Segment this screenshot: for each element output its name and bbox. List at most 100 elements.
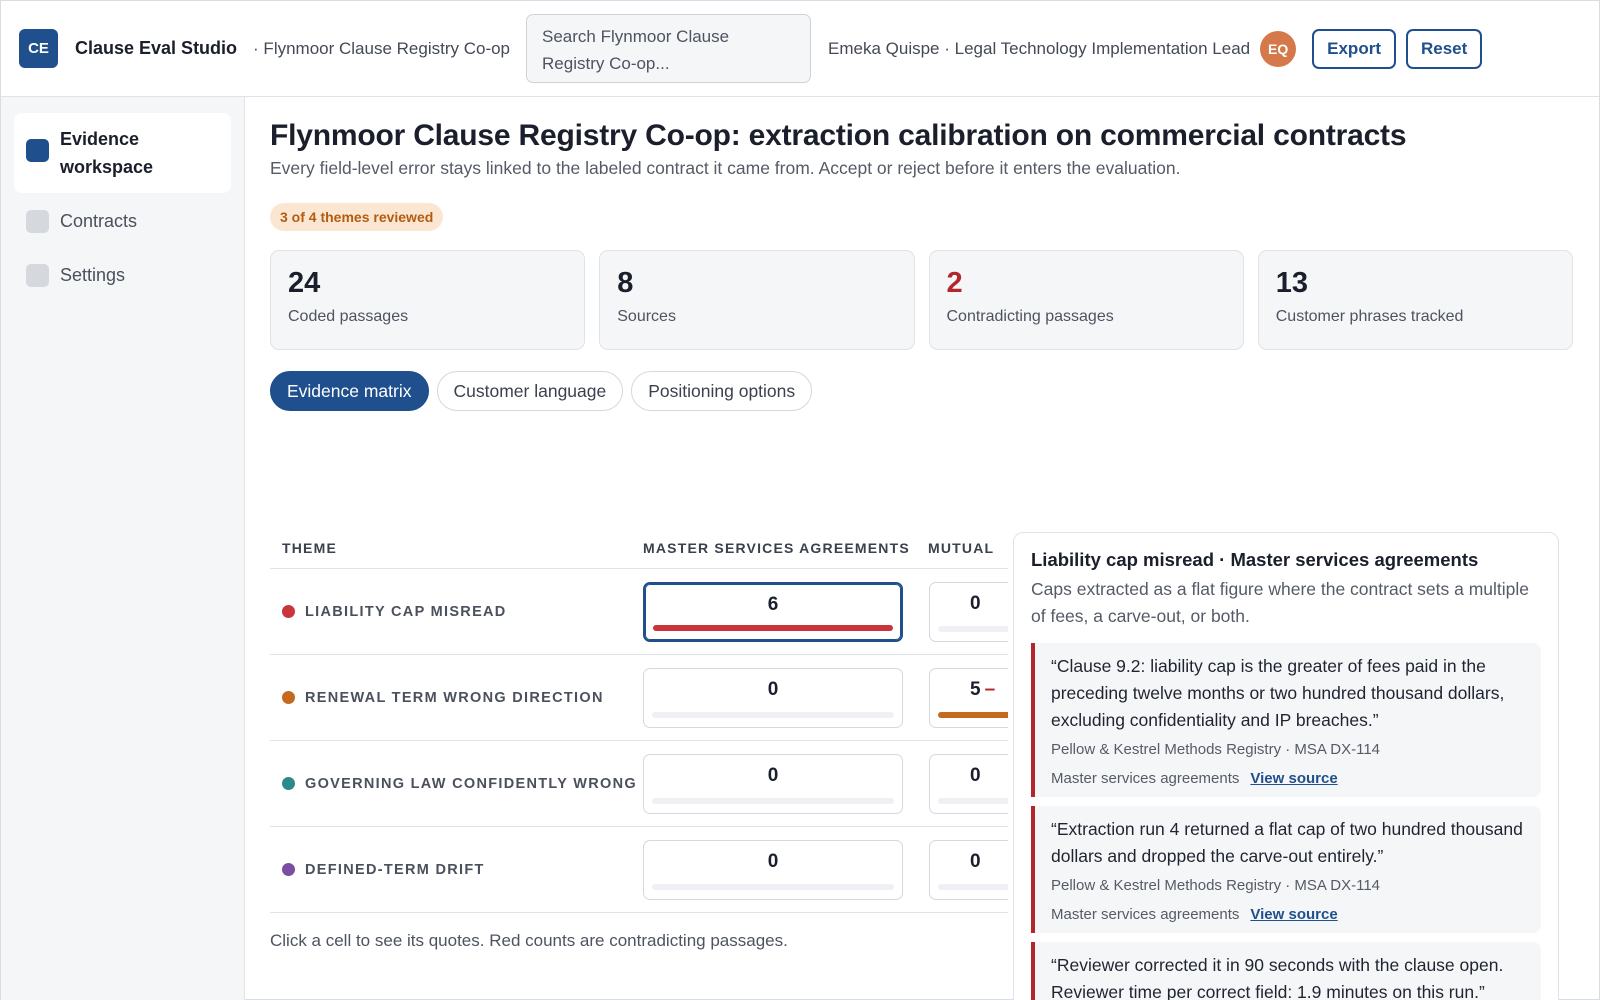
count-value: 0 (970, 850, 981, 872)
app-title: Clause Eval Studio (75, 38, 238, 58)
count-bar (938, 625, 1008, 632)
count-cell[interactable]: 6 (643, 581, 903, 642)
theme-dot (282, 691, 295, 704)
table-row: GOVERNING LAW CONFIDENTLY WRONG 0 0 (270, 741, 1008, 827)
view-source-link[interactable]: View source (1250, 770, 1337, 787)
detail-description: Caps extracted as a flat figure where th… (1031, 579, 1530, 626)
main-content: Flynmoor Clause Registry Co-op: extracti… (245, 97, 1599, 1000)
theme-cell: LIABILITY CAP MISREAD (270, 604, 643, 620)
view-tabs: Evidence matrix Customer language Positi… (270, 371, 1573, 411)
matrix-header: THEME MASTER SERVICES AGREEMENTS MUTUAL (270, 527, 1008, 569)
quote-source: Pellow & Kestrel Methods Registry · MSA … (1051, 877, 1381, 894)
avatar[interactable]: EQ (1260, 30, 1297, 67)
count-value: 0 (970, 592, 981, 614)
user-label: Emeka Quispe · Legal Technology Implemen… (828, 38, 1251, 58)
theme-name: GOVERNING LAW CONFIDENTLY WRONG (305, 775, 637, 792)
theme-cell: DEFINED-TERM DRIFT (270, 862, 643, 878)
tab-evidence-matrix[interactable]: Evidence matrix (270, 371, 429, 411)
count-value: 0 (767, 764, 779, 786)
count-bar-fill (938, 711, 1008, 718)
sidebar-item-contracts[interactable]: Contracts (14, 195, 231, 247)
count-cell[interactable]: 0 (643, 753, 903, 814)
count-bar (652, 797, 894, 804)
export-button[interactable]: Export (1312, 28, 1396, 69)
stat-label: Sources (617, 308, 676, 325)
stat-label: Customer phrases tracked (1275, 308, 1464, 325)
tab-positioning-options[interactable]: Positioning options (631, 371, 813, 411)
count-value: 0 (767, 850, 779, 872)
column-header-mutual: MUTUAL (928, 539, 995, 556)
count-value: 6 (767, 593, 779, 615)
sidebar-item-settings[interactable]: Settings (14, 249, 231, 301)
page-subtitle: Every field-level error stays linked to … (270, 158, 1181, 178)
theme-dot (282, 863, 295, 876)
status-badge: 3 of 4 themes reviewed (270, 203, 444, 231)
matrix-footnote: Click a cell to see its quotes. Red coun… (270, 931, 788, 950)
count-value: 0 (970, 764, 981, 786)
page-title: Flynmoor Clause Registry Co-op: extracti… (270, 119, 1407, 152)
org-breadcrumb[interactable]: · Flynmoor Clause Registry Co-op (253, 39, 510, 59)
column-header-theme: THEME (282, 539, 337, 556)
top-bar: CE Clause Eval Studio · Flynmoor Clause … (1, 1, 1599, 97)
count-bar (653, 624, 893, 631)
evidence-matrix: THEME MASTER SERVICES AGREEMENTS MUTUAL … (270, 527, 1008, 1000)
sidebar-item-label: Contracts (60, 211, 138, 231)
table-row: DEFINED-TERM DRIFT 0 0 (270, 827, 1008, 913)
reset-button[interactable]: Reset (1405, 28, 1483, 69)
stat-value: 13 (1275, 267, 1309, 299)
stat-card-coded-passages: 24 Coded passages (270, 250, 586, 350)
count-cell[interactable]: 0 (929, 753, 1008, 814)
quote-text: “Extraction run 4 returned a flat cap of… (1051, 819, 1523, 866)
quote-detail-panel: Liability cap misread · Master services … (1013, 532, 1559, 1000)
stat-label: Coded passages (288, 308, 409, 325)
count-cell[interactable]: 0 (643, 667, 903, 728)
theme-cell: RENEWAL TERM WRONG DIRECTION (270, 690, 643, 706)
theme-name: LIABILITY CAP MISREAD (305, 603, 507, 620)
quote-meta: Master services agreements View source (1051, 906, 1525, 923)
quote-source: Pellow & Kestrel Methods Registry · MSA … (1051, 741, 1381, 758)
quote-text: “Clause 9.2: liability cap is the greate… (1051, 656, 1505, 730)
view-source-link[interactable]: View source (1250, 906, 1337, 923)
quote-card: “Extraction run 4 returned a flat cap of… (1031, 806, 1541, 933)
count-number: 5 (970, 678, 981, 700)
table-row: LIABILITY CAP MISREAD 6 0 (270, 569, 1008, 655)
sidebar: Evidence workspace Contracts Settings (1, 97, 245, 1000)
sidebar-item-label: Settings (60, 265, 126, 285)
count-bar (938, 883, 1008, 890)
quote-card: “Reviewer corrected it in 90 seconds wit… (1031, 942, 1541, 1000)
theme-dot (282, 777, 295, 790)
sidebar-item-label: Evidence workspace (60, 129, 154, 177)
stat-value: 8 (617, 267, 634, 299)
quote-category: Master services agreements (1051, 770, 1240, 787)
column-header-msa: MASTER SERVICES AGREEMENTS (643, 539, 910, 556)
count-bar (652, 883, 894, 890)
contradiction-marker: – (984, 678, 996, 700)
count-bar (938, 797, 1008, 804)
quote-category: Master services agreements (1051, 906, 1240, 923)
count-cell[interactable]: 0 (643, 839, 903, 900)
app-logo: CE (19, 29, 58, 68)
sidebar-item-evidence-workspace[interactable]: Evidence workspace (14, 113, 231, 193)
count-cell[interactable]: 5– (929, 667, 1008, 728)
detail-title: Liability cap misread · Master services … (1031, 549, 1479, 570)
count-cell[interactable]: 0 (929, 839, 1008, 900)
theme-dot (282, 605, 295, 618)
theme-name: RENEWAL TERM WRONG DIRECTION (305, 689, 604, 706)
quote-meta: Master services agreements View source (1051, 770, 1525, 787)
count-value: 5– (930, 679, 1008, 701)
contracts-icon (26, 210, 49, 233)
count-value: 0 (767, 678, 779, 700)
table-row: RENEWAL TERM WRONG DIRECTION 0 5– (270, 655, 1008, 741)
count-bar (938, 711, 1008, 718)
stat-cards: 24 Coded passages 8 Sources 2 Contradict… (270, 250, 1573, 350)
stat-value: 2 (946, 267, 963, 299)
search-input[interactable]: Search Flynmoor Clause Registry Co-op... (526, 14, 812, 83)
stat-value: 24 (288, 267, 321, 299)
evidence-workspace-icon (26, 139, 49, 162)
theme-cell: GOVERNING LAW CONFIDENTLY WRONG (270, 776, 643, 792)
count-cell[interactable]: 0 (929, 581, 1008, 642)
stat-card-contradicting-passages: 2 Contradicting passages (928, 250, 1244, 350)
tab-customer-language[interactable]: Customer language (436, 371, 624, 411)
stat-label: Contradicting passages (946, 308, 1114, 325)
stat-card-sources: 8 Sources (599, 250, 915, 350)
